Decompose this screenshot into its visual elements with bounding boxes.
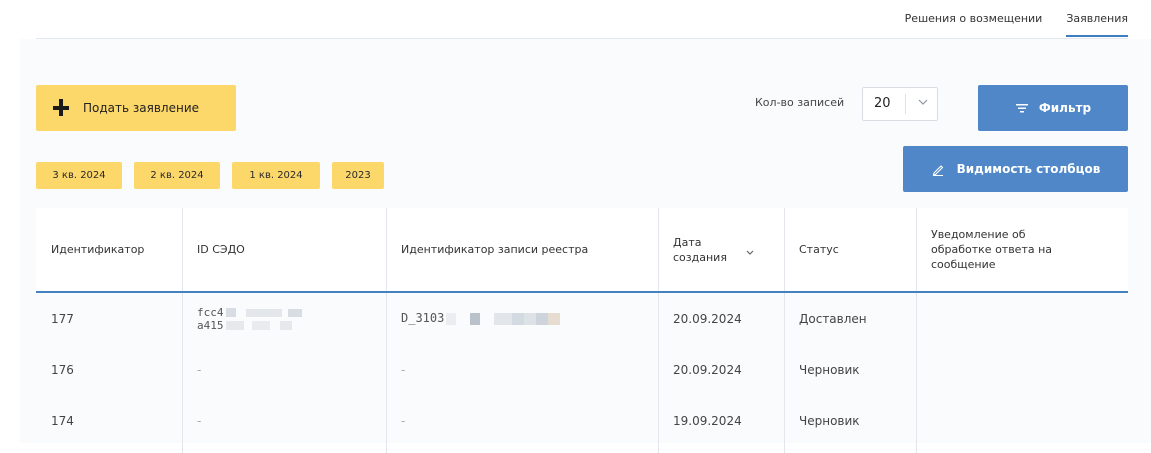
submit-application-button[interactable]: Подать заявление [36,85,236,131]
column-visibility-label: Видимость столбцов [956,162,1101,176]
sedo-line-2: a415 [197,320,302,331]
cell-sedo: fcc4 a415 [182,293,386,344]
cell-id: 176 [51,362,74,377]
submit-application-label: Подать заявление [83,101,199,115]
cell-registry: D_3103 [386,293,658,344]
redaction [287,308,302,317]
period-chip-q3-2024[interactable]: 3 кв. 2024 [36,162,122,189]
column-header-status[interactable]: Статус [784,208,916,291]
sedo-line-1: fcc4 [197,307,302,318]
redaction [524,312,537,325]
filter-label: Фильтр [1038,101,1092,115]
redaction [225,321,244,330]
period-chip-q1-2024[interactable]: 1 кв. 2024 [232,162,320,189]
table-row[interactable]: 174 - - 19.09.2024 Черновик [36,395,1128,446]
cell-status: Черновик [799,413,860,428]
registry-text: D_3103 [401,311,445,325]
table-header: Идентификатор ID СЭДО Идентификатор запи… [36,208,1128,293]
period-chip-q2-2024[interactable]: 2 кв. 2024 [134,162,220,189]
cell-notice [916,293,1128,344]
redaction [494,312,513,325]
redaction [536,312,549,325]
filter-button[interactable]: Фильтр [978,85,1128,131]
column-header-created[interactable]: Дата создания [658,208,784,291]
created-header-line1: Дата [673,235,702,249]
applications-table: Идентификатор ID СЭДО Идентификатор запи… [36,208,1128,453]
column-divider [658,208,659,291]
sort-chevron-icon[interactable] [745,249,755,257]
period-chip-2023[interactable]: 2023 [332,162,384,189]
created-header-text: Дата создания [673,235,727,265]
cell-notice [916,395,1128,446]
column-header-registry[interactable]: Идентификатор записи реестра [386,208,658,291]
redaction [446,312,457,325]
top-tabs: Решения о возмещении Заявления [905,11,1128,39]
redaction [279,321,292,330]
redaction [512,312,525,325]
table-body: 177 fcc4 a415 D_3103 20.09.2024 Доставле… [36,293,1128,453]
redaction [245,308,282,317]
column-header-id[interactable]: Идентификатор [36,208,182,291]
select-separator [905,94,906,114]
cell-registry: - [401,362,406,377]
cell-sedo: - [197,413,202,428]
sedo-redacted-value: fcc4 a415 [197,307,302,331]
records-count-value: 20 [874,96,891,111]
cell-created: 20.09.2024 [673,311,742,326]
table-row[interactable]: 176 - - 20.09.2024 Черновик [36,344,1128,395]
column-divider [784,208,785,291]
sedo-line-2-text: a415 [197,318,224,332]
sedo-line-1-text: fcc4 [197,305,224,319]
created-header-line2: создания [673,250,727,264]
tab-applications[interactable]: Заявления [1066,11,1128,39]
column-divider [916,208,917,291]
filter-icon [1015,104,1028,113]
cell-status: Доставлен [799,311,867,326]
records-count-select[interactable]: 20 [862,87,938,121]
table-row[interactable]: 177 fcc4 a415 D_3103 20.09.2024 Доставле… [36,293,1128,344]
cell-created: 20.09.2024 [673,362,742,377]
tab-reimbursement-decisions[interactable]: Решения о возмещении [905,11,1043,39]
cell-id: 177 [51,311,74,326]
column-divider [386,208,387,291]
pencil-icon [932,165,943,176]
redaction [225,308,236,317]
redaction [251,321,270,330]
chevron-down-icon[interactable] [917,95,929,109]
cell-id: 174 [51,413,74,428]
redaction [470,312,481,325]
cell-status: Черновик [799,362,860,377]
cell-created: 19.09.2024 [673,413,742,428]
column-header-sedo[interactable]: ID СЭДО [182,208,386,291]
column-divider [182,208,183,291]
cell-notice [916,344,1128,395]
column-visibility-button[interactable]: Видимость столбцов [903,146,1128,192]
plus-icon [53,99,71,117]
records-count-label: Кол-во записей [755,96,845,109]
redaction [548,312,561,325]
cell-registry: - [401,413,406,428]
cell-sedo: - [197,362,202,377]
column-header-notice[interactable]: Уведомление об обработке ответа на сообщ… [916,208,1128,291]
